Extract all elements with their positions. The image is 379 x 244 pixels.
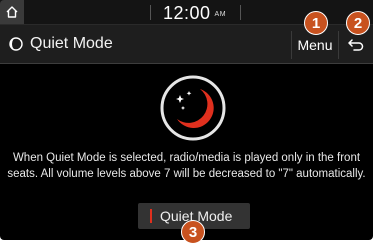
back-button[interactable] xyxy=(338,31,373,59)
back-arrow-icon xyxy=(348,39,364,51)
quiet-mode-small-icon xyxy=(9,37,23,51)
clock-ampm: AM xyxy=(214,10,227,18)
status-divider xyxy=(150,5,151,20)
infotainment-screen: 12:00 AM Quiet Mode Menu When Quiet Mode … xyxy=(0,0,373,240)
clock-time: 12:00 xyxy=(163,3,211,23)
status-indicator xyxy=(150,209,152,223)
menu-button[interactable]: Menu xyxy=(291,31,338,59)
home-icon xyxy=(6,6,18,18)
callout-1: 1 xyxy=(304,11,328,35)
status-divider xyxy=(240,5,241,20)
callout-2: 2 xyxy=(346,11,370,35)
clock: 12:00 AM xyxy=(163,3,226,24)
callout-3: 3 xyxy=(181,220,205,244)
description-line: seats. All volume levels above 7 will be… xyxy=(7,168,366,180)
quiet-mode-icon xyxy=(160,75,226,141)
home-button[interactable] xyxy=(0,0,24,24)
crescent-moon-icon xyxy=(160,75,226,141)
page-title: Quiet Mode xyxy=(30,35,113,52)
quiet-mode-description: When Quiet Mode is selected, radio/media… xyxy=(0,150,373,182)
description-line: When Quiet Mode is selected, radio/media… xyxy=(12,152,361,164)
